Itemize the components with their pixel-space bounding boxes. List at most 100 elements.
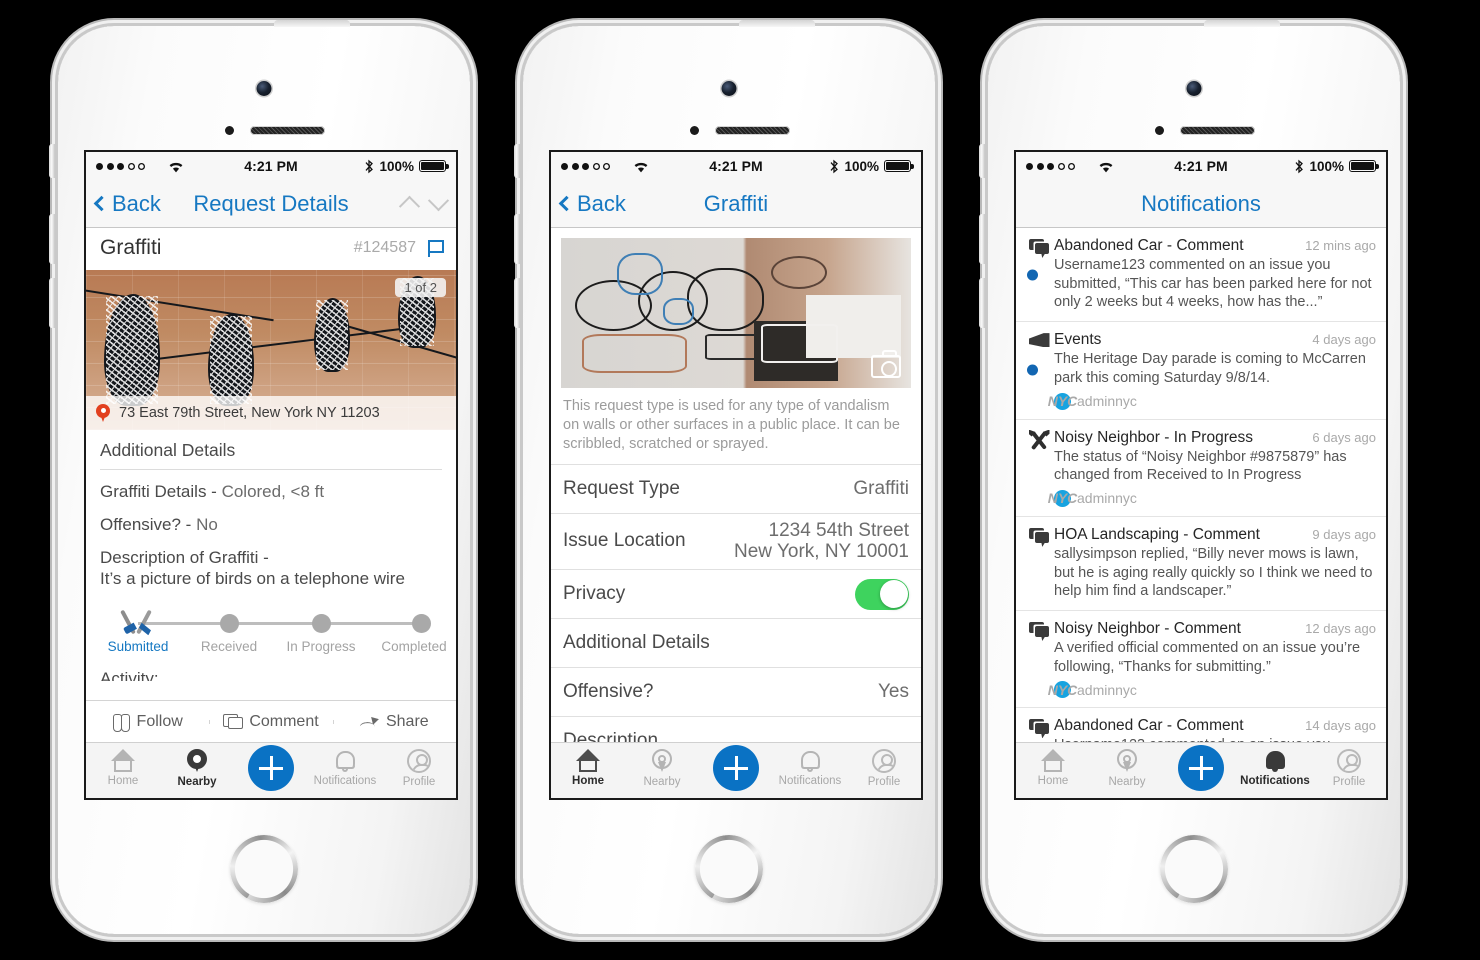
list-item[interactable]: Abandoned Car - Comment 14 days ago User… xyxy=(1016,708,1386,742)
list-item[interactable]: Noisy Neighbor - In Progress 6 days ago … xyxy=(1016,420,1386,517)
battery-percent: 100% xyxy=(844,158,879,174)
row-privacy[interactable]: Privacy xyxy=(551,570,921,620)
navigation-bar: Notifications xyxy=(1016,180,1386,228)
bluetooth-icon xyxy=(1295,159,1304,173)
add-request-button[interactable] xyxy=(248,745,294,791)
request-photo[interactable]: 1 of 2 73 East 79th Street, New York NY … xyxy=(86,270,456,430)
add-request-button[interactable] xyxy=(1178,745,1224,791)
phone-device-3: 4:21 PM 100% Notifications Abandoned Car… xyxy=(979,20,1400,934)
row-issue-location[interactable]: Issue Location 1234 54th Street New York… xyxy=(551,514,921,571)
additional-details-section: Additional Details Graffiti Details - Co… xyxy=(86,430,456,590)
wifi-icon xyxy=(1099,162,1113,172)
list-item[interactable]: Noisy Neighbor - Comment 12 days ago A v… xyxy=(1016,611,1386,709)
comment-button[interactable]: Comment xyxy=(209,713,332,731)
screen-graffiti-request-type: 4:21 PM 100% Back Graffiti This request … xyxy=(551,152,921,798)
back-button[interactable]: Back xyxy=(558,191,626,217)
screenshot-stage: 4:21 PM 100% Back Request Details Graffi… xyxy=(0,0,1480,960)
map-pin-icon xyxy=(1117,749,1137,773)
list-item[interactable]: Abandoned Car - Comment 12 mins ago User… xyxy=(1016,228,1386,323)
tools-icon xyxy=(120,608,156,638)
notification-title: Noisy Neighbor - In Progress xyxy=(1054,428,1253,446)
tracker-label-in-progress: In Progress xyxy=(286,639,356,654)
volume-down-button[interactable] xyxy=(49,278,55,328)
avatar: NYC xyxy=(1047,681,1078,699)
tracker-line xyxy=(138,622,426,625)
silent-switch[interactable] xyxy=(979,144,985,178)
graffiti-wall xyxy=(561,238,911,388)
tab-nearby[interactable]: Nearby xyxy=(160,749,234,788)
photo-counter-badge: 1 of 2 xyxy=(395,278,446,297)
unread-dot xyxy=(1027,269,1038,281)
notification-time: 6 days ago xyxy=(1312,429,1376,445)
phone-device-2: 4:21 PM 100% Back Graffiti This request … xyxy=(514,20,935,934)
chevron-up-icon[interactable] xyxy=(398,195,421,217)
silent-switch[interactable] xyxy=(514,144,520,178)
list-item[interactable]: Events 4 days ago The Heritage Day parad… xyxy=(1016,322,1386,420)
home-button[interactable] xyxy=(695,835,763,903)
share-button[interactable]: Share xyxy=(332,713,456,731)
tab-nearby[interactable]: Nearby xyxy=(1090,749,1164,788)
home-button[interactable] xyxy=(230,835,298,903)
tab-nearby[interactable]: Nearby xyxy=(625,749,699,788)
volume-down-button[interactable] xyxy=(979,278,985,328)
request-type-photo[interactable] xyxy=(561,238,911,388)
add-request-button[interactable] xyxy=(713,745,759,791)
row-request-type[interactable]: Request Type Graffiti xyxy=(551,465,921,514)
tab-home[interactable]: Home xyxy=(1016,749,1090,787)
phone-device-1: 4:21 PM 100% Back Request Details Graffi… xyxy=(49,20,470,934)
volume-up-button[interactable] xyxy=(514,214,520,264)
tab-home[interactable]: Home xyxy=(86,749,160,787)
notification-time: 9 days ago xyxy=(1312,526,1376,542)
home-button[interactable] xyxy=(1160,835,1228,903)
section-heading: Additional Details xyxy=(100,440,442,470)
tab-profile[interactable]: Profile xyxy=(1312,749,1386,788)
address-text: 73 East 79th Street, New York NY 11203 xyxy=(119,405,380,421)
tab-bar: Home Nearby Notifications Profile xyxy=(86,742,456,798)
bird-figure xyxy=(314,298,350,372)
tab-profile[interactable]: Profile xyxy=(847,749,921,788)
notification-time: 4 days ago xyxy=(1312,332,1376,348)
row-offensive[interactable]: Offensive? Yes xyxy=(551,668,921,718)
wifi-icon xyxy=(634,162,648,172)
camera-icon[interactable] xyxy=(871,350,901,378)
row-additional-details[interactable]: Additional Details xyxy=(551,619,921,669)
bell-icon xyxy=(800,749,821,772)
detail-row: Description of Graffiti - xyxy=(100,547,269,567)
chevron-left-icon xyxy=(93,195,110,212)
notification-text: The Heritage Day parade is coming to McC… xyxy=(1054,351,1366,386)
power-button[interactable] xyxy=(274,20,350,27)
silent-switch[interactable] xyxy=(49,144,55,178)
address-bar[interactable]: 73 East 79th Street, New York NY 11203 xyxy=(86,396,456,430)
flag-icon[interactable] xyxy=(428,239,444,257)
volume-down-button[interactable] xyxy=(514,278,520,328)
front-camera xyxy=(721,81,737,96)
list-item[interactable]: HOA Landscaping - Comment 9 days ago sal… xyxy=(1016,517,1386,612)
request-details-scroll[interactable]: Graffiti #124587 1 of 2 73 East 79th Str… xyxy=(86,228,456,700)
request-header: Graffiti #124587 xyxy=(86,228,456,270)
tab-notifications[interactable]: Notifications xyxy=(308,749,382,787)
bell-icon xyxy=(335,749,356,772)
tab-home[interactable]: Home xyxy=(551,749,625,787)
graffiti-scroll[interactable]: This request type is used for any type o… xyxy=(551,228,921,742)
tab-notifications[interactable]: Notifications xyxy=(1238,749,1312,787)
navigation-bar: Back Graffiti xyxy=(551,180,921,228)
tab-profile[interactable]: Profile xyxy=(382,749,456,788)
follow-button[interactable]: Follow xyxy=(86,713,209,732)
home-icon xyxy=(1040,749,1066,772)
comment-icon xyxy=(1024,717,1054,742)
avatar: NYC xyxy=(1047,392,1078,410)
volume-up-button[interactable] xyxy=(979,214,985,264)
privacy-toggle[interactable] xyxy=(855,578,909,610)
notifications-list[interactable]: Abandoned Car - Comment 12 mins ago User… xyxy=(1016,228,1386,742)
action-bar: Follow Comment Share xyxy=(86,700,456,742)
power-button[interactable] xyxy=(1204,20,1280,27)
activity-section-peek: Activity: xyxy=(100,669,159,681)
power-button[interactable] xyxy=(739,20,815,27)
chevron-down-icon[interactable] xyxy=(427,190,450,212)
row-description[interactable]: Description xyxy=(551,717,921,742)
avatar: NYC xyxy=(1047,489,1078,507)
back-button[interactable]: Back xyxy=(93,191,161,217)
volume-up-button[interactable] xyxy=(49,214,55,264)
unread-dot xyxy=(1027,364,1038,376)
tab-notifications[interactable]: Notifications xyxy=(773,749,847,787)
